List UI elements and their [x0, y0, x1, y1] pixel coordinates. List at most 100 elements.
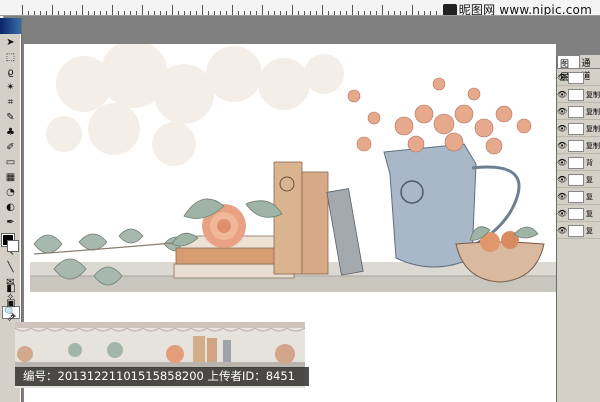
magic-wand-icon[interactable]: ✴	[2, 81, 20, 94]
screenmode-icon[interactable]: ▣	[2, 297, 20, 310]
move-icon[interactable]: ➤	[2, 36, 20, 49]
layer-row[interactable]: 👁 复	[557, 206, 600, 222]
shape-icon[interactable]: ╲	[2, 261, 20, 274]
crop-icon[interactable]: ⌗	[2, 96, 20, 109]
ruler-tick	[112, 5, 113, 15]
ruler-tick	[28, 11, 29, 15]
layer-row[interactable]: 👁 复	[557, 189, 600, 205]
layer-thumbnail	[568, 173, 584, 186]
faded-flower-bg	[46, 44, 344, 166]
visibility-eye-icon[interactable]: 👁	[557, 90, 567, 99]
ruler-tick	[106, 11, 107, 15]
ruler-tick	[436, 11, 437, 15]
ruler-tick	[94, 11, 95, 15]
marquee-icon[interactable]: ⬚	[2, 51, 20, 64]
ruler-tick	[208, 11, 209, 15]
ruler-tick	[88, 11, 89, 15]
ruler-tick	[328, 11, 329, 15]
ruler-tick	[142, 5, 143, 15]
ruler-tick	[82, 5, 83, 15]
layer-thumbnail	[568, 224, 584, 237]
layer-name: 复	[586, 226, 593, 235]
stamp-icon[interactable]: ♣	[2, 126, 20, 139]
ruler-tick	[286, 11, 287, 15]
ruler-tick	[58, 11, 59, 15]
ruler-tick	[100, 11, 101, 15]
ruler-tick	[52, 5, 53, 15]
ruler-tick	[34, 11, 35, 15]
ruler-tick	[256, 11, 257, 15]
ruler-tick	[352, 5, 353, 15]
ruler-tick	[136, 11, 137, 15]
visibility-eye-icon[interactable]: 👁	[557, 73, 567, 82]
top-ruler: 昵图网 www.nipic.com	[0, 0, 600, 16]
pen-icon[interactable]: ✒	[2, 216, 20, 229]
layer-row[interactable]: 👁 复制	[557, 104, 600, 120]
brush-icon[interactable]: ✎	[2, 111, 20, 124]
layer-row[interactable]: 👁 复	[557, 172, 600, 188]
dodge-icon[interactable]: ◐	[2, 201, 20, 214]
layer-thumbnail	[568, 190, 584, 203]
visibility-eye-icon[interactable]: 👁	[557, 175, 567, 184]
ruler-tick	[268, 11, 269, 15]
ruler-tick	[22, 5, 23, 15]
ruler-tick	[274, 11, 275, 15]
layers-panel-tabs: 图层 通道	[557, 55, 600, 83]
tab-channels[interactable]: 通道	[580, 55, 600, 82]
ruler-tick	[118, 11, 119, 15]
visibility-eye-icon[interactable]: 👁	[557, 124, 567, 133]
layer-row[interactable]: 👁 复制	[557, 87, 600, 103]
ruler-tick	[262, 5, 263, 15]
watermark-text: 昵图网 www.nipic.com	[458, 3, 592, 16]
ruler-tick	[40, 11, 41, 15]
visibility-eye-icon[interactable]: 👁	[557, 141, 567, 150]
layer-row[interactable]: 👁 复制	[557, 121, 600, 137]
visibility-eye-icon[interactable]: 👁	[557, 158, 567, 167]
ruler-tick	[184, 11, 185, 15]
ruler-tick	[298, 11, 299, 15]
ruler-tick	[424, 11, 425, 15]
ruler-tick	[202, 5, 203, 15]
visibility-eye-icon[interactable]: 👁	[557, 107, 567, 116]
tab-layers[interactable]: 图层	[557, 55, 580, 83]
visibility-eye-icon[interactable]: 👁	[557, 192, 567, 201]
layers-panel: 图层 通道 👁 👁 复制 👁 复制 👁 复制 👁 复制 👁 背 👁 复 👁 复 👁 复 👁 复	[556, 55, 600, 402]
history-brush-icon[interactable]: ✐	[2, 141, 20, 154]
layer-name: 复制	[586, 107, 600, 116]
layer-row[interactable]: 👁 复制	[557, 138, 600, 154]
ruler-tick	[388, 11, 389, 15]
ruler-tick	[394, 11, 395, 15]
layer-thumbnail	[568, 139, 584, 152]
ruler-tick	[124, 11, 125, 15]
visibility-eye-icon[interactable]: 👁	[557, 226, 567, 235]
lasso-icon[interactable]: ϱ	[2, 66, 20, 79]
ruler-tick	[370, 11, 371, 15]
layer-name: 复	[586, 209, 593, 218]
layer-row[interactable]: 👁 复	[557, 223, 600, 239]
ruler-tick	[400, 11, 401, 15]
layer-name: 背	[586, 158, 593, 167]
toolbox-title-bar[interactable]	[0, 18, 21, 34]
layer-name: 复制	[586, 124, 600, 133]
ruler-tick	[412, 5, 413, 15]
layer-row[interactable]: 👁	[557, 70, 600, 86]
layer-name: 复	[586, 192, 593, 201]
ruler-tick	[358, 11, 359, 15]
ruler-tick	[322, 5, 323, 15]
layer-thumbnail	[568, 122, 584, 135]
layer-name: 复	[586, 175, 593, 184]
ruler-tick	[166, 11, 167, 15]
ruler-tick	[316, 11, 317, 15]
background-color-swatch[interactable]	[7, 240, 19, 252]
layer-name: 复制	[586, 141, 600, 150]
ruler-tick	[220, 11, 221, 15]
quickmask-icon[interactable]: ◧	[2, 282, 20, 295]
layer-row[interactable]: 👁 背	[557, 155, 600, 171]
layer-thumbnail	[568, 71, 584, 84]
gradient-icon[interactable]: ▦	[2, 171, 20, 184]
blur-icon[interactable]: ◔	[2, 186, 20, 199]
visibility-eye-icon[interactable]: 👁	[557, 209, 567, 218]
eraser-icon[interactable]: ▭	[2, 156, 20, 169]
layer-thumbnail	[568, 156, 584, 169]
ruler-tick	[172, 5, 173, 15]
